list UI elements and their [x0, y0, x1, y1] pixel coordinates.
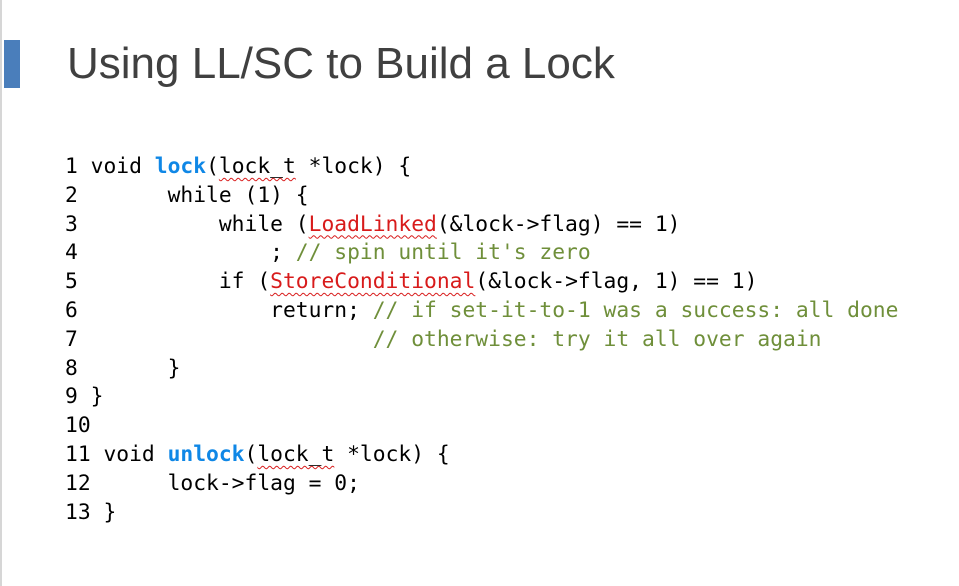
code-line: 3 while (LoadLinked(&lock->flag) == 1) — [65, 211, 898, 240]
code-token-plain: 1 void — [65, 154, 155, 179]
code-token-squiggle: lock_t — [257, 441, 335, 467]
code-token-plain: (&lock->flag) == 1) — [436, 211, 681, 237]
code-token-plain: ( — [244, 441, 258, 467]
code-token-plain: 4 ; — [65, 240, 296, 266]
code-token-plain: ( — [206, 154, 219, 179]
code-line: 7 // otherwise: try it all over again — [65, 326, 898, 355]
slide-left-edge — [0, 0, 2, 586]
code-token-plain: 9 } — [65, 384, 104, 410]
code-token-plain: 3 while ( — [65, 211, 309, 237]
slide-title: Using LL/SC to Build a Lock — [67, 39, 615, 88]
code-line: 1 void lock(lock_t *lock) { — [65, 153, 898, 182]
code-token-plain: 2 while (1) { — [65, 182, 309, 208]
code-line: 12 lock->flag = 0; — [65, 470, 898, 499]
code-line: 4 ; // spin until it's zero — [65, 239, 898, 268]
code-token-error: LoadLinked — [308, 211, 437, 237]
code-token-plain: 7 — [65, 326, 373, 352]
code-token-plain: 6 return; — [65, 297, 373, 323]
code-token-comment: // otherwise: try it all over again — [372, 326, 822, 352]
code-line: 10 — [65, 412, 898, 441]
code-line: 8 } — [65, 355, 898, 384]
code-token-keyword: lock — [154, 154, 207, 179]
code-line: 11 void unlock(lock_t *lock) { — [65, 441, 898, 470]
code-token-error: StoreConditional — [270, 269, 476, 295]
code-token-keyword: unlock — [167, 441, 245, 467]
title-accent-bar — [4, 40, 20, 88]
code-token-plain: 5 if ( — [65, 269, 271, 295]
code-token-plain: (&lock->flag, 1) == 1) — [475, 269, 758, 295]
code-token-plain: 12 lock->flag = 0; — [65, 470, 360, 496]
code-block: 1 void lock(lock_t *lock) {2 while (1) {… — [65, 153, 898, 527]
code-line: 2 while (1) { — [65, 182, 898, 211]
slide: Using LL/SC to Build a Lock 1 void lock(… — [0, 0, 959, 586]
code-line: 13 } — [65, 499, 898, 528]
code-line: 5 if (StoreConditional(&lock->flag, 1) =… — [65, 268, 898, 297]
code-token-plain: 13 } — [65, 499, 117, 525]
code-line: 9 } — [65, 383, 898, 412]
code-line: 6 return; // if set-it-to-1 was a succes… — [65, 297, 898, 326]
code-token-comment: // if set-it-to-1 was a success: all don… — [372, 297, 899, 323]
code-token-plain: *lock) { — [295, 154, 412, 179]
code-token-squiggle: lock_t — [218, 154, 296, 179]
code-token-plain: 8 } — [65, 355, 181, 381]
code-token-plain: 10 — [65, 413, 91, 439]
code-token-comment: // spin until it's zero — [295, 240, 591, 266]
code-token-plain: *lock) { — [334, 441, 450, 467]
code-token-plain: 11 void — [65, 441, 168, 467]
